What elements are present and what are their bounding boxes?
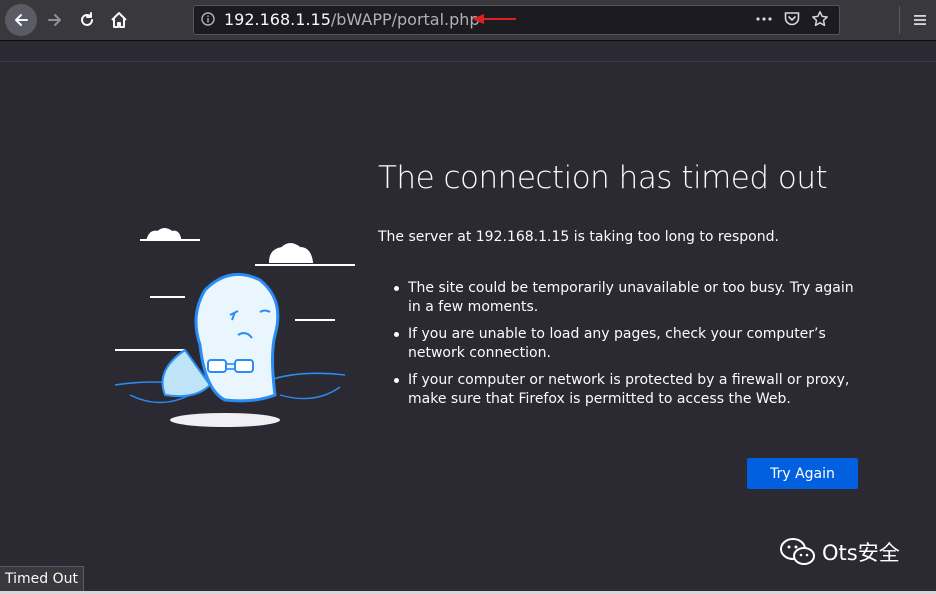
- try-again-button[interactable]: Try Again: [747, 458, 858, 489]
- reload-icon: [81, 12, 93, 26]
- url-path: /bWAPP/portal.php: [330, 10, 480, 29]
- annotation-arrow: [472, 14, 516, 24]
- reload-button[interactable]: [71, 4, 103, 36]
- tab-strip-area: [0, 41, 936, 62]
- menu-button[interactable]: [906, 6, 934, 34]
- url-actions: [755, 10, 829, 28]
- back-button[interactable]: [5, 4, 37, 36]
- suggestion-item: The site could be temporarily unavailabl…: [394, 279, 864, 317]
- suggestion-item: If you are unable to load any pages, che…: [394, 325, 864, 363]
- suggestion-item: If your computer or network is protected…: [394, 371, 864, 409]
- hamburger-icon: [914, 15, 926, 25]
- info-icon[interactable]: [201, 12, 215, 26]
- browser-toolbar: 192.168.1.15/bWAPP/portal.php: [0, 0, 936, 41]
- status-panel: Timed Out: [0, 566, 84, 592]
- wechat-icon: [780, 538, 815, 565]
- arrow-left-icon: [15, 14, 28, 26]
- star-icon[interactable]: [811, 10, 829, 28]
- watermark: Ots安全: [780, 537, 900, 567]
- url-host: 192.168.1.15: [224, 10, 331, 29]
- forward-button[interactable]: [39, 4, 71, 36]
- error-title: The connection has timed out: [378, 160, 828, 196]
- dinosaur-illustration: [114, 228, 355, 427]
- url-text[interactable]: 192.168.1.15/bWAPP/portal.php: [224, 10, 480, 29]
- home-button[interactable]: [103, 4, 135, 36]
- pocket-icon[interactable]: [783, 10, 801, 28]
- suggestion-list: The site could be temporarily unavailabl…: [394, 279, 864, 417]
- cloud-icon: [140, 228, 200, 241]
- toolbar-separator: [899, 6, 900, 34]
- error-description: The server at 192.168.1.15 is taking too…: [378, 229, 779, 245]
- arrow-right-icon: [48, 14, 61, 26]
- watermark-text: Ots安全: [822, 541, 900, 565]
- ellipsis-icon[interactable]: [755, 10, 773, 28]
- cloud-icon: [255, 243, 355, 266]
- home-icon: [111, 12, 127, 28]
